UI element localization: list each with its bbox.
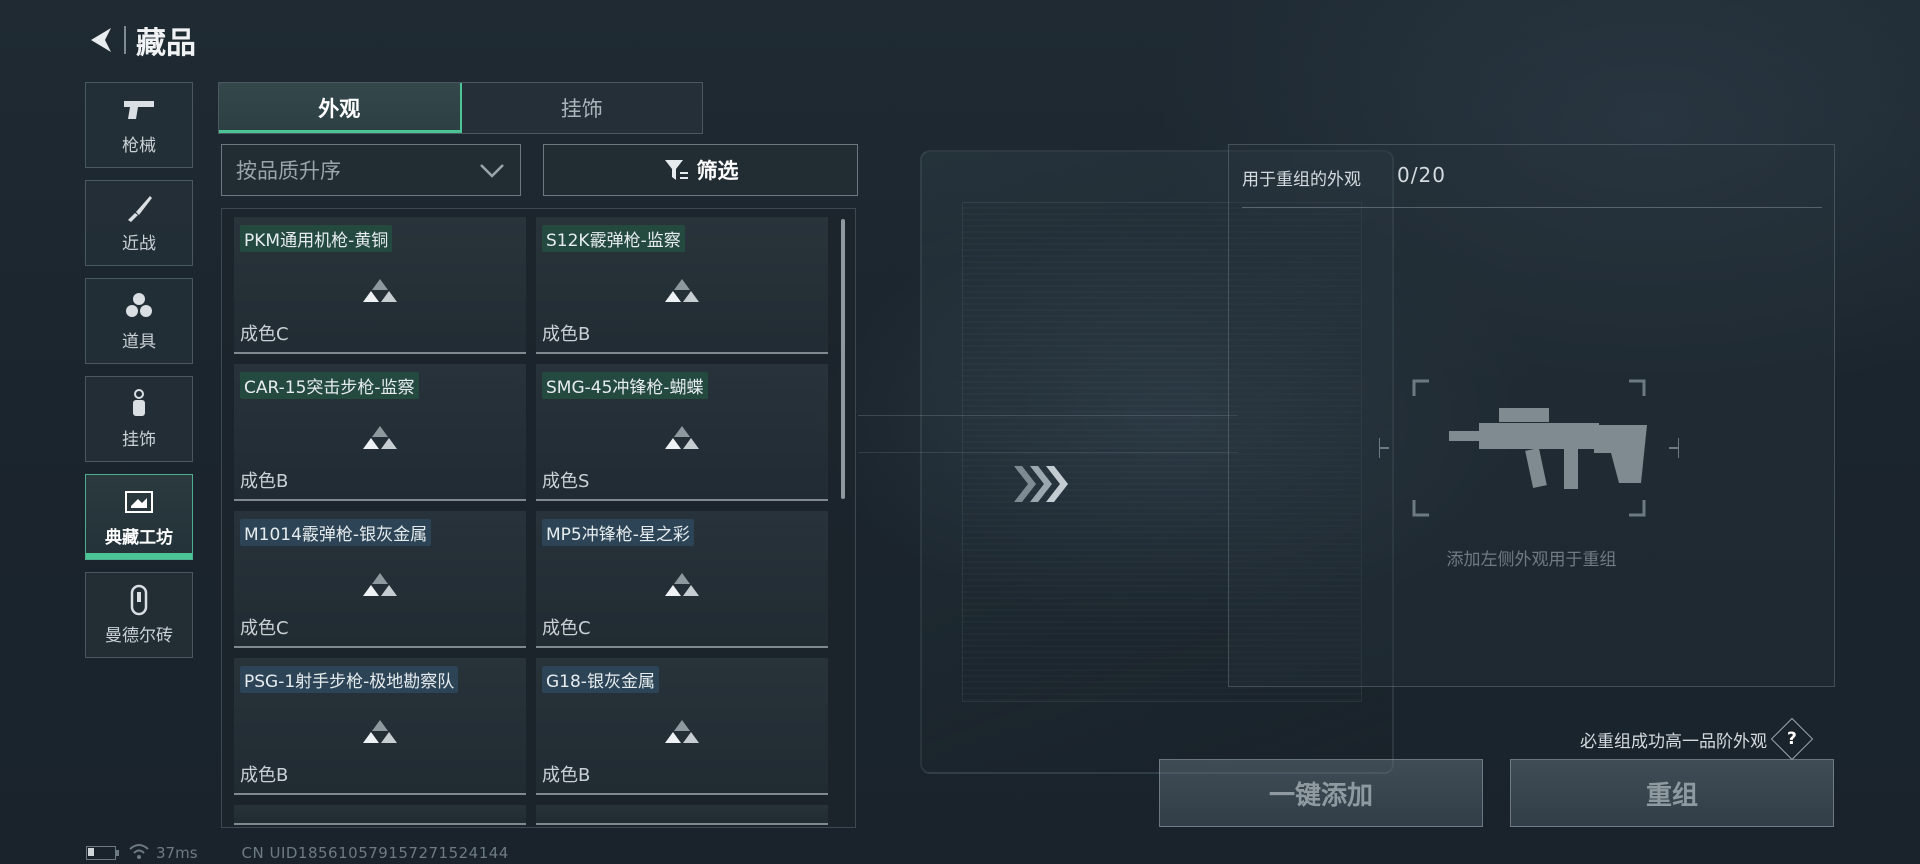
sidebar-item-items[interactable]: 道具 bbox=[85, 278, 193, 364]
skin-card[interactable]: M1014霰弹枪-银灰金属成色C bbox=[234, 511, 526, 648]
sort-dropdown-value: 按品质升序 bbox=[236, 159, 341, 183]
skin-card[interactable]: SMG-45冲锋枪-蝴蝶成色S bbox=[536, 364, 828, 501]
add-all-button[interactable]: 一键添加 bbox=[1159, 759, 1483, 827]
quality-triangle-icon bbox=[663, 571, 701, 601]
recombine-count: 0/20 bbox=[1397, 163, 1446, 187]
sidebar-item-label: 枪械 bbox=[122, 135, 156, 156]
sidebar-item-label: 挂饰 bbox=[122, 429, 156, 450]
sidebar-item-charms[interactable]: 挂饰 bbox=[85, 376, 193, 462]
skin-grade: 成色B bbox=[240, 765, 289, 786]
quality-triangle-icon bbox=[663, 277, 701, 307]
recombine-button[interactable]: 重组 bbox=[1510, 759, 1834, 827]
quality-triangle-icon bbox=[361, 424, 399, 454]
tab-bar: 外观 挂饰 bbox=[218, 82, 703, 134]
skin-card[interactable]: PKM通用机枪-黄铜成色C bbox=[234, 217, 526, 354]
page-title: 藏品 bbox=[136, 26, 196, 61]
help-button[interactable]: ? bbox=[1770, 717, 1814, 761]
sidebar-item-melee[interactable]: 近战 bbox=[85, 180, 193, 266]
sidebar-item-label: 典藏工坊 bbox=[105, 527, 173, 548]
skin-card-partial[interactable] bbox=[234, 805, 526, 825]
background-connector-lines bbox=[858, 415, 1238, 453]
sidebar-item-label: 近战 bbox=[122, 233, 156, 254]
ping-value: 37ms bbox=[156, 844, 198, 862]
back-arrow-icon bbox=[91, 28, 111, 52]
sidebar-item-mandel-brick[interactable]: 曼德尔砖 bbox=[85, 572, 193, 658]
help-icon: ? bbox=[1787, 729, 1797, 749]
filter-label: 筛选 bbox=[696, 159, 739, 183]
skin-card[interactable]: MP5冲锋枪-星之彩成色C bbox=[536, 511, 828, 648]
skin-grade: 成色S bbox=[542, 471, 590, 492]
tab-appearance[interactable]: 外观 bbox=[219, 83, 462, 133]
filter-button[interactable]: 筛选 bbox=[543, 144, 858, 196]
back-button[interactable] bbox=[84, 23, 118, 57]
tab-charms[interactable]: 挂饰 bbox=[462, 83, 703, 133]
user-uid: CN UID185610579157271524144 bbox=[241, 844, 509, 862]
empty-hint: 添加左侧外观用于重组 bbox=[1446, 550, 1617, 570]
recombine-panel[interactable]: 用于重组的外观 0/20 添加左侧外观用于重组 bbox=[1228, 144, 1835, 687]
grenades-icon bbox=[123, 291, 155, 321]
skin-name: G18-银灰金属 bbox=[542, 666, 659, 693]
sidebar-item-label: 道具 bbox=[122, 331, 156, 352]
skin-name: M1014霰弹枪-银灰金属 bbox=[240, 519, 432, 546]
wifi-icon bbox=[128, 843, 150, 863]
skin-name: SMG-45冲锋枪-蝴蝶 bbox=[542, 372, 708, 399]
quality-triangle-icon bbox=[663, 424, 701, 454]
sort-dropdown[interactable]: 按品质升序 bbox=[221, 144, 521, 196]
quality-triangle-icon bbox=[361, 571, 399, 601]
skin-grade: 成色C bbox=[240, 618, 289, 639]
recombine-title: 用于重组的外观 bbox=[1242, 170, 1361, 190]
skin-card[interactable]: PSG-1射手步枪-极地勘察队成色B bbox=[234, 658, 526, 795]
sidebar-item-label: 曼德尔砖 bbox=[105, 625, 173, 646]
skin-grade: 成色B bbox=[542, 765, 591, 786]
status-bar: 37ms CN UID185610579157271524144 bbox=[86, 843, 509, 863]
rifle-placeholder-icon bbox=[1378, 373, 1680, 523]
header-divider bbox=[124, 26, 126, 54]
sidebar-item-workshop[interactable]: 典藏工坊 bbox=[85, 474, 193, 560]
quality-triangle-icon bbox=[361, 277, 399, 307]
battery-icon bbox=[86, 846, 119, 860]
transfer-arrows-icon bbox=[1012, 462, 1072, 510]
skin-card-partial[interactable] bbox=[536, 805, 828, 825]
skin-name: MP5冲锋枪-星之彩 bbox=[542, 519, 694, 546]
scrollbar[interactable] bbox=[841, 219, 845, 499]
skin-card[interactable]: S12K霰弹枪-监察成色B bbox=[536, 217, 828, 354]
skin-grade: 成色C bbox=[542, 618, 591, 639]
sidebar-item-guns[interactable]: 枪械 bbox=[85, 82, 193, 168]
category-sidebar: 枪械 近战 道具 挂饰 典藏工坊 曼德尔砖 bbox=[85, 82, 195, 670]
knife-icon bbox=[124, 193, 154, 223]
charm-icon bbox=[127, 388, 151, 419]
skin-name: PSG-1射手步枪-极地勘察队 bbox=[240, 666, 459, 693]
quality-triangle-icon bbox=[663, 718, 701, 748]
skin-card[interactable]: G18-银灰金属成色B bbox=[536, 658, 828, 795]
pistol-icon bbox=[122, 95, 156, 125]
skin-name: PKM通用机枪-黄铜 bbox=[240, 225, 393, 252]
skin-card[interactable]: CAR-15突击步枪-监察成色B bbox=[234, 364, 526, 501]
skin-grade: 成色B bbox=[542, 324, 591, 345]
skin-grade: 成色B bbox=[240, 471, 289, 492]
divider bbox=[1242, 207, 1822, 208]
skin-list[interactable]: PKM通用机枪-黄铜 成色C S12K霰弹枪-监察 成色B CAR-15突击步枪-监察成… bbox=[221, 208, 856, 828]
skin-name: CAR-15突击步枪-监察 bbox=[240, 372, 419, 399]
skin-grade: 成色C bbox=[240, 324, 289, 345]
guarantee-hint: 必重组成功高一品阶外观 bbox=[1580, 731, 1767, 752]
brick-icon bbox=[128, 584, 150, 615]
skin-name: S12K霰弹枪-监察 bbox=[542, 225, 685, 252]
chevron-down-icon bbox=[478, 159, 506, 186]
workshop-icon bbox=[124, 487, 154, 517]
header: 藏品 bbox=[84, 18, 196, 62]
skin-grid: PKM通用机枪-黄铜 成色C S12K霰弹枪-监察 成色B CAR-15突击步枪-监察成… bbox=[234, 217, 832, 825]
filter-icon bbox=[663, 158, 689, 182]
quality-triangle-icon bbox=[361, 718, 399, 748]
guarantee-hint-row: 必重组成功高一品阶外观 ? bbox=[1580, 717, 1814, 761]
